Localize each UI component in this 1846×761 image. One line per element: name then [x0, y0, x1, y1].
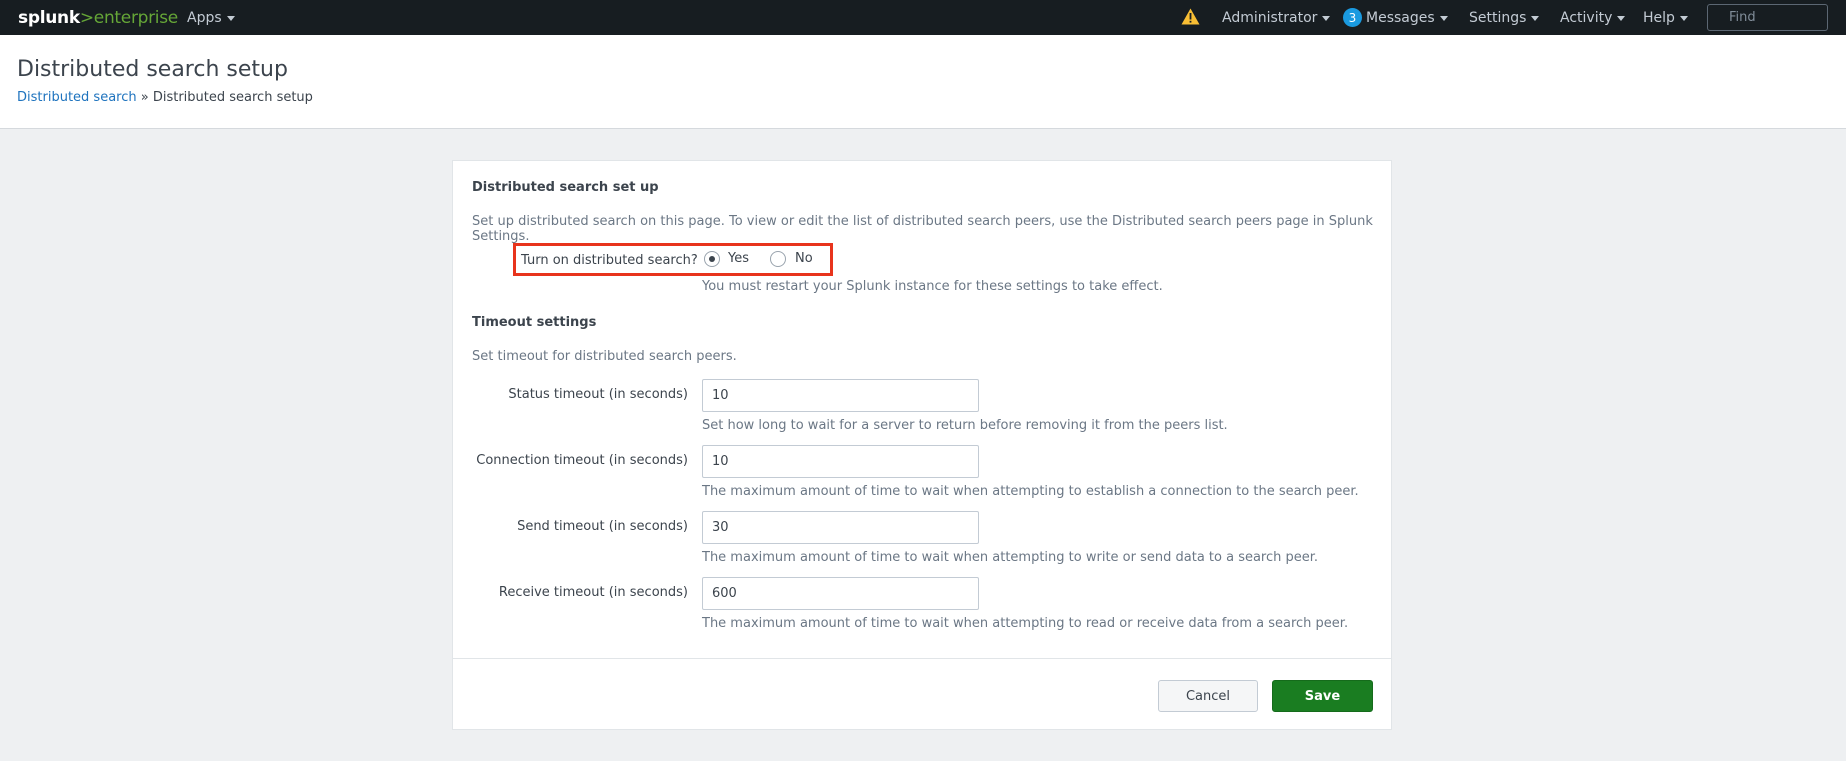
timeout-description: Set timeout for distributed search peers… [472, 349, 737, 364]
top-navbar: splunk > enterprise Apps Administrator 3 M… [0, 0, 1846, 35]
restart-note: You must restart your Splunk instance fo… [702, 279, 1163, 294]
page-title: Distributed search setup [17, 57, 288, 82]
setup-section-title: Distributed search set up [472, 180, 659, 195]
logo-enterprise: enterprise [93, 7, 178, 28]
cancel-button[interactable]: Cancel [1158, 680, 1258, 712]
connection-timeout-help: The maximum amount of time to wait when … [702, 484, 1359, 499]
find-input[interactable]: Find [1707, 4, 1828, 31]
administrator-menu[interactable]: Administrator [1222, 10, 1331, 26]
send-timeout-label: Send timeout (in seconds) [517, 519, 688, 534]
messages-menu[interactable]: Messages [1366, 10, 1448, 26]
logo-splunk: splunk [18, 7, 80, 28]
help-label: Help [1643, 10, 1675, 26]
caret-down-icon [1439, 16, 1448, 21]
distributed-search-toggle-label: Turn on distributed search? [521, 253, 698, 268]
receive-timeout-label: Receive timeout (in seconds) [498, 585, 688, 600]
breadcrumb-separator: » [136, 90, 153, 105]
breadcrumb-current: Distributed search setup [152, 90, 313, 105]
caret-down-icon [226, 16, 235, 21]
logo-chevron: > [79, 7, 94, 28]
messages-label: Messages [1366, 10, 1435, 26]
radio-no-label[interactable]: No [795, 251, 813, 266]
breadcrumb-distributed-search-link[interactable]: Distributed search [17, 90, 137, 105]
apps-menu[interactable]: Apps [187, 10, 235, 26]
help-menu[interactable]: Help [1643, 10, 1688, 26]
caret-down-icon [1679, 16, 1688, 21]
status-timeout-help: Set how long to wait for a server to ret… [702, 418, 1228, 433]
footer-divider [453, 658, 1391, 659]
connection-timeout-label: Connection timeout (in seconds) [476, 453, 688, 468]
setup-panel: Distributed search set up Set up distrib… [452, 160, 1392, 730]
save-button[interactable]: Save [1272, 680, 1373, 712]
apps-label: Apps [187, 10, 222, 26]
settings-menu[interactable]: Settings [1469, 10, 1540, 26]
connection-timeout-input[interactable]: 10 [702, 445, 979, 478]
radio-yes[interactable] [704, 251, 720, 267]
caret-down-icon [1322, 16, 1331, 21]
activity-menu[interactable]: Activity [1560, 10, 1626, 26]
radio-yes-label[interactable]: Yes [728, 251, 749, 266]
receive-timeout-input[interactable]: 600 [702, 577, 979, 610]
receive-timeout-help: The maximum amount of time to wait when … [702, 616, 1349, 631]
messages-count-badge[interactable]: 3 [1343, 8, 1362, 27]
breadcrumb: Distributed search » Distributed search … [17, 90, 313, 105]
page-header: Distributed search setup Distributed sea… [0, 35, 1846, 129]
caret-down-icon [1617, 16, 1626, 21]
status-timeout-label: Status timeout (in seconds) [508, 387, 688, 402]
settings-label: Settings [1469, 10, 1527, 26]
administrator-label: Administrator [1222, 10, 1318, 26]
send-timeout-input[interactable]: 30 [702, 511, 979, 544]
timeout-section-title: Timeout settings [472, 315, 597, 330]
warning-icon[interactable] [1181, 8, 1200, 25]
activity-label: Activity [1560, 10, 1613, 26]
caret-down-icon [1531, 16, 1540, 21]
send-timeout-help: The maximum amount of time to wait when … [702, 550, 1319, 565]
splunk-logo[interactable]: splunk > enterprise [18, 8, 178, 28]
radio-no[interactable] [770, 251, 786, 267]
setup-description: Set up distributed search on this page. … [472, 214, 1373, 244]
status-timeout-input[interactable]: 10 [702, 379, 979, 412]
